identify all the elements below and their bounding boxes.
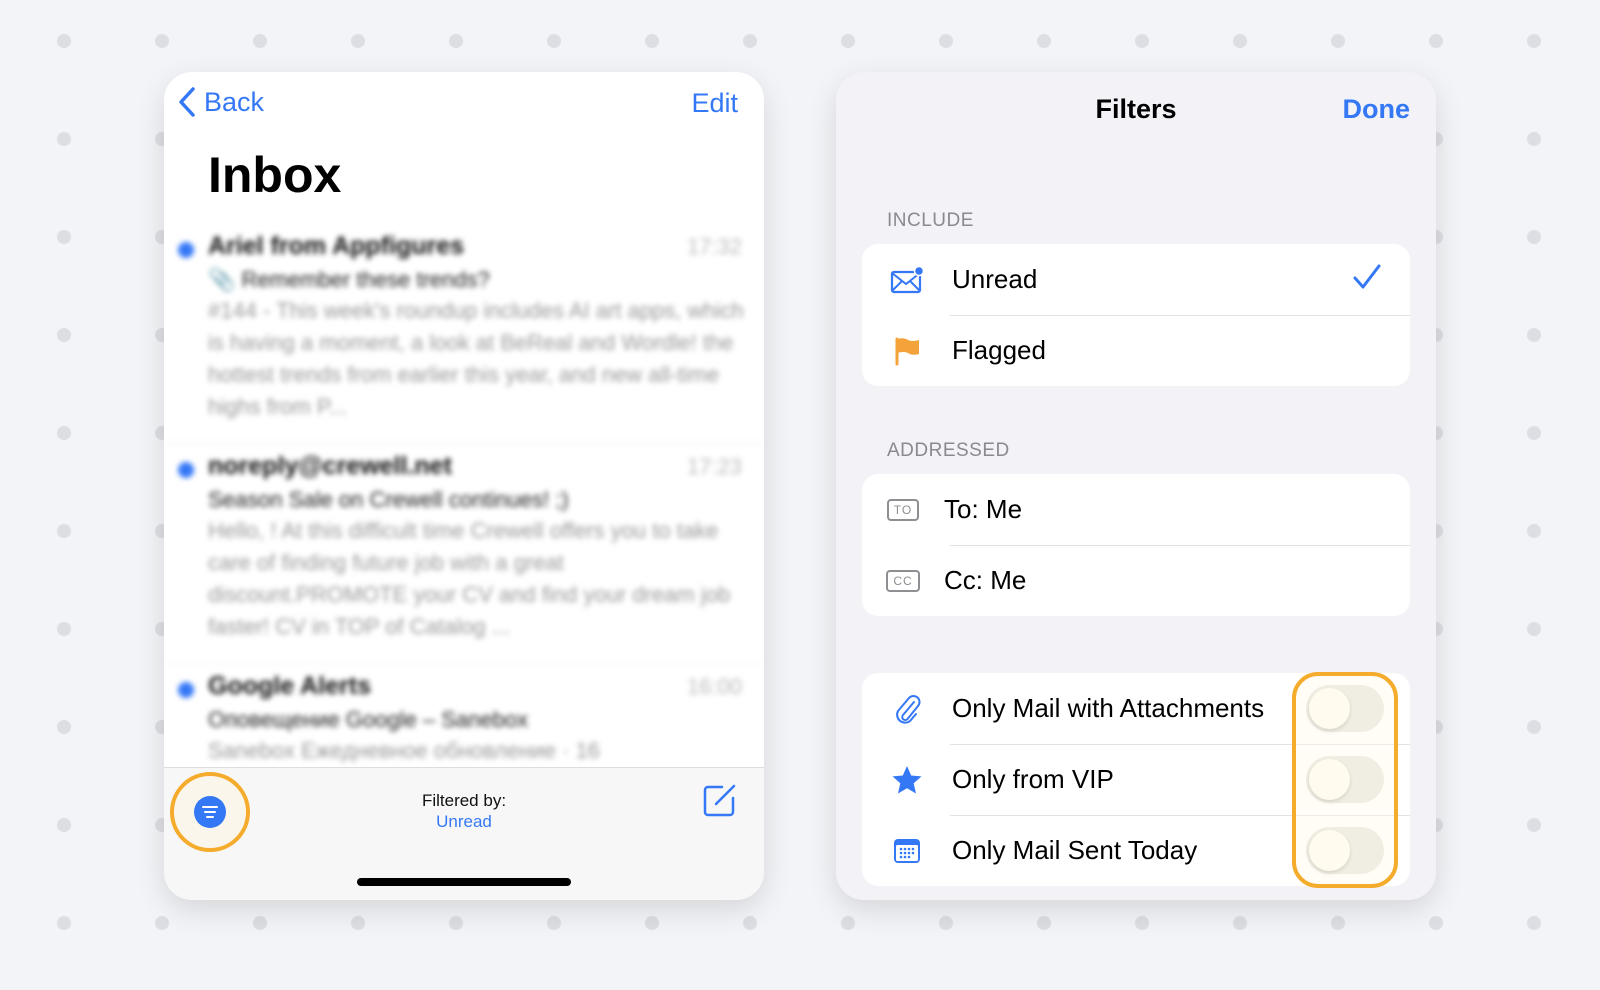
flag-icon [895,337,919,365]
paperclip-icon [896,694,921,724]
email-subject: 📎 Remember these trends? [208,267,490,292]
compose-button[interactable] [702,782,738,823]
inbox-panel: Back Edit Inbox Ariel from Appfigures 17… [164,72,764,900]
option-label: Cc: Me [944,565,1027,595]
checkmark-icon [1353,264,1381,289]
bottom-toolbar: Filtered by: Unread [164,767,764,900]
option-label: Unread [952,264,1038,294]
calendar-icon [894,838,920,863]
email-sender: noreply@crewell.net [208,452,452,480]
to-badge-icon: TO [886,498,920,521]
email-subject: Season Sale on Crewell continues! ;) [208,487,569,512]
attachments-toggle[interactable] [1306,685,1384,732]
chevron-left-icon [179,87,195,117]
toggle-knob [1309,688,1350,729]
sent-today-toggle[interactable] [1306,827,1384,874]
toggle-knob [1309,759,1350,800]
unread-dot-icon [178,242,194,258]
toggle-row-attachments: Only Mail with Attachments [862,673,1410,744]
email-preview: Hello, ! At this difficult time Crewell … [208,518,731,639]
email-preview: Sanebox Ежедневное обновление · 16 [208,738,600,763]
edit-button[interactable]: Edit [691,88,738,119]
include-header: INCLUDE [887,210,974,231]
filter-option-unread[interactable]: Unread [862,244,1410,315]
filter-option-cc-me[interactable]: CC Cc: Me [862,545,1410,616]
compose-icon [703,784,736,817]
unread-dot-icon [178,462,194,478]
filter-status: Filtered by: Unread [164,790,764,832]
email-time: 17:32 [686,234,742,259]
cc-badge-icon: CC [886,569,920,592]
email-preview: #144 - This week's roundup includes AI a… [208,298,744,419]
filter-value-link[interactable]: Unread [164,811,764,832]
email-sender: Google Alerts [208,672,371,700]
email-time: 16:00 [686,674,742,699]
email-subject: Оповещение Google – Sanebox [208,707,529,732]
filter-option-flagged[interactable]: Flagged [862,315,1410,386]
filters-panel: Filters Done INCLUDE Unread Flagged ADDR… [836,72,1436,900]
email-sender: Ariel from Appfigures [208,232,465,260]
unread-dot-icon [178,682,194,698]
envelope-unread-icon [890,265,924,293]
filter-option-to-me[interactable]: TO To: Me [862,474,1410,545]
vip-toggle[interactable] [1306,756,1384,803]
option-label: Flagged [952,335,1046,365]
toggle-row-vip: Only from VIP [862,744,1410,815]
star-icon [892,765,922,793]
option-label: To: Me [944,494,1023,524]
addressed-header: ADDRESSED [887,440,1010,461]
email-item[interactable]: noreply@crewell.net 17:23 Season Sale on… [164,444,764,664]
page-title: Inbox [208,147,342,203]
home-indicator [357,878,571,886]
done-button[interactable]: Done [1343,94,1411,125]
email-item[interactable]: Ariel from Appfigures 17:32 📎 Remember t… [164,224,764,444]
back-label: Back [204,86,265,117]
addressed-group: TO To: Me CC Cc: Me [862,474,1410,616]
toggle-row-today: Only Mail Sent Today [862,815,1410,886]
back-button[interactable]: Back [178,86,264,118]
toggles-group: Only Mail with Attachments Only from VIP… [862,673,1410,886]
filtered-by-label: Filtered by: [421,791,507,810]
toggle-knob [1309,830,1350,871]
include-group: Unread Flagged [862,244,1410,386]
email-time: 17:23 [686,454,742,479]
